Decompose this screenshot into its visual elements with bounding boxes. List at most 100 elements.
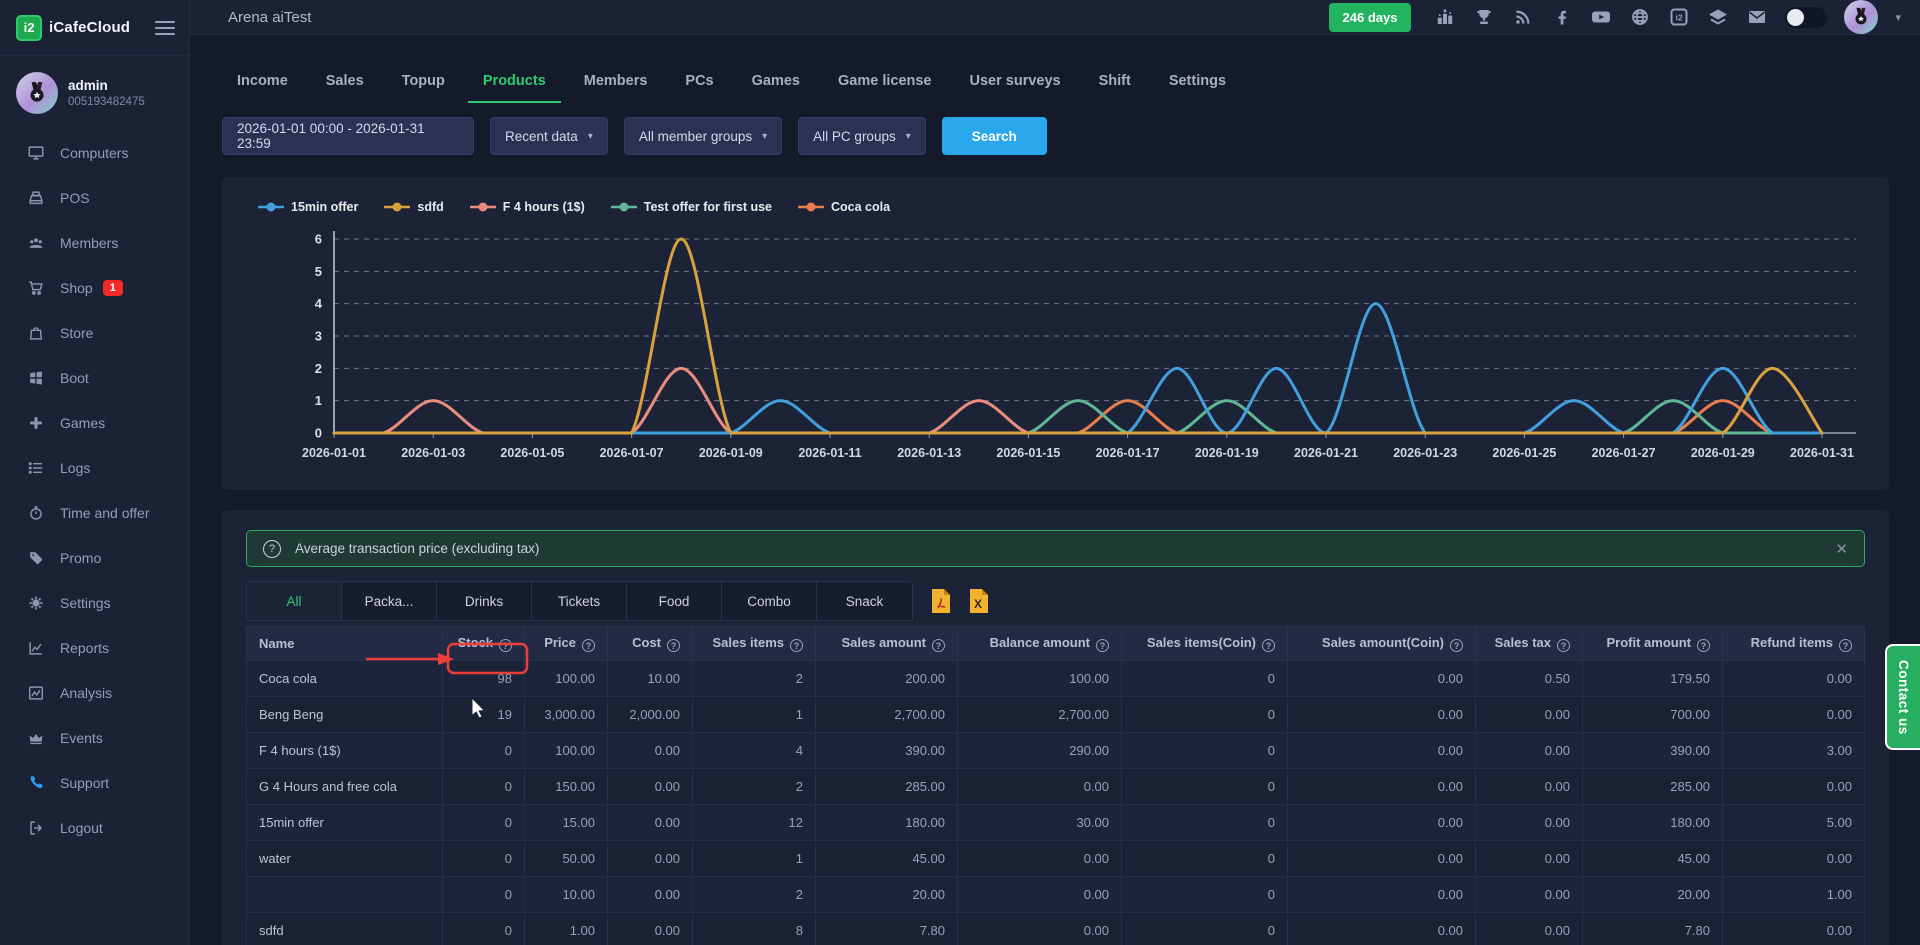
tab-topup[interactable]: Topup bbox=[387, 65, 460, 103]
sidebar-item-members[interactable]: Members bbox=[0, 220, 189, 265]
icafecloud-logo-icon[interactable]: i2 bbox=[16, 15, 42, 41]
contact-us-tab[interactable]: Contact us bbox=[1885, 644, 1920, 750]
pdf-export-icon[interactable] bbox=[929, 588, 953, 614]
dark-mode-toggle[interactable] bbox=[1785, 7, 1827, 28]
value-cell: 15.00 bbox=[525, 805, 608, 841]
globe-icon[interactable] bbox=[1629, 6, 1651, 28]
legend-item-15min-offer[interactable]: 15min offer bbox=[258, 200, 358, 214]
avatar[interactable] bbox=[16, 72, 58, 114]
excel-export-icon[interactable]: X bbox=[967, 588, 991, 614]
member-groups-select[interactable]: All member groups▾ bbox=[624, 117, 782, 155]
category-tab-snack[interactable]: Snack bbox=[817, 582, 912, 620]
sales-chart-card: 15min offer sdfd F 4 hours (1$) Test offer … bbox=[222, 177, 1889, 490]
tab-games[interactable]: Games bbox=[737, 65, 815, 103]
value-cell: 0.00 bbox=[1476, 841, 1583, 877]
category-tab-drinks[interactable]: Drinks bbox=[437, 582, 532, 620]
license-days-badge[interactable]: 246 days bbox=[1329, 3, 1412, 32]
sidebar-item-settings[interactable]: Settings bbox=[0, 580, 189, 625]
tab-pcs[interactable]: PCs bbox=[670, 65, 728, 103]
sidebar-item-logs[interactable]: Logs bbox=[0, 445, 189, 490]
value-cell: 2 bbox=[693, 877, 816, 913]
tab-game-license[interactable]: Game license bbox=[823, 65, 947, 103]
value-cell: 0.00 bbox=[608, 733, 693, 769]
sidebar-item-reports[interactable]: Reports bbox=[0, 625, 189, 670]
sidebar-item-pos[interactable]: POS bbox=[0, 175, 189, 220]
banner-close-icon[interactable]: ✕ bbox=[1835, 540, 1848, 558]
tab-products[interactable]: Products bbox=[468, 65, 561, 103]
table-row[interactable]: Coca cola98100.0010.002200.00100.0000.00… bbox=[247, 661, 1865, 697]
tab-settings[interactable]: Settings bbox=[1154, 65, 1241, 103]
mail-icon[interactable] bbox=[1746, 6, 1768, 28]
svg-text:6: 6 bbox=[315, 232, 322, 247]
sidebar-item-games[interactable]: Games bbox=[0, 400, 189, 445]
legend-item-sdfd[interactable]: sdfd bbox=[384, 200, 443, 214]
sidebar-item-support[interactable]: Support bbox=[0, 760, 189, 805]
category-tab-tickets[interactable]: Tickets bbox=[532, 582, 627, 620]
value-cell: 0 bbox=[443, 913, 525, 945]
value-cell: 0 bbox=[443, 733, 525, 769]
tab-members[interactable]: Members bbox=[569, 65, 663, 103]
podium-icon[interactable] bbox=[1434, 6, 1456, 28]
column-header-stock: Stock? bbox=[443, 627, 525, 661]
sidebar-item-events[interactable]: Events bbox=[0, 715, 189, 760]
sidebar-item-logout[interactable]: Logout bbox=[0, 805, 189, 850]
members-icon bbox=[26, 233, 46, 253]
chevron-down-icon[interactable]: ▾ bbox=[1895, 11, 1901, 24]
tab-user-surveys[interactable]: User surveys bbox=[955, 65, 1076, 103]
sidebar-item-shop[interactable]: Shop1 bbox=[0, 265, 189, 310]
value-cell: 390.00 bbox=[1583, 733, 1723, 769]
icafecloud-icon[interactable]: i2 bbox=[1668, 6, 1690, 28]
table-row[interactable]: water050.000.00145.000.0000.000.0045.000… bbox=[247, 841, 1865, 877]
value-cell: 0.00 bbox=[1723, 661, 1865, 697]
table-row[interactable]: 15min offer015.000.0012180.0030.0000.000… bbox=[247, 805, 1865, 841]
svg-text:3: 3 bbox=[315, 329, 322, 344]
profile-id: 005193482475 bbox=[68, 96, 145, 108]
category-tab-all[interactable]: All bbox=[247, 582, 342, 620]
hamburger-menu-icon[interactable] bbox=[155, 17, 175, 39]
youtube-icon[interactable] bbox=[1590, 6, 1612, 28]
sidebar-item-boot[interactable]: Boot bbox=[0, 355, 189, 400]
table-row[interactable]: sdfd01.000.0087.800.0000.000.007.800.00 bbox=[247, 913, 1865, 945]
column-header-sales-tax: Sales tax? bbox=[1476, 627, 1583, 661]
line-chart[interactable]: 01234562026-01-012026-01-032026-01-05202… bbox=[246, 219, 1865, 482]
category-tab-combo[interactable]: Combo bbox=[722, 582, 817, 620]
table-row[interactable]: G 4 Hours and free cola0150.000.002285.0… bbox=[247, 769, 1865, 805]
logout-icon bbox=[26, 818, 46, 838]
page-title: Arena aiTest bbox=[228, 9, 311, 26]
search-button[interactable]: Search bbox=[942, 117, 1047, 155]
pc-groups-select[interactable]: All PC groups▾ bbox=[798, 117, 926, 155]
tab-income[interactable]: Income bbox=[222, 65, 303, 103]
sidebar-item-promo[interactable]: Promo bbox=[0, 535, 189, 580]
tab-sales[interactable]: Sales bbox=[311, 65, 379, 103]
legend-item-coca-cola[interactable]: Coca cola bbox=[798, 200, 890, 214]
table-row[interactable]: 010.000.00220.000.0000.000.0020.001.00 bbox=[247, 877, 1865, 913]
sidebar-item-label: Time and offer bbox=[60, 505, 150, 521]
brand-name: iCafeCloud bbox=[49, 19, 130, 36]
sidebar-item-store[interactable]: Store bbox=[0, 310, 189, 355]
value-cell: 0.00 bbox=[1723, 913, 1865, 945]
sidebar-item-computers[interactable]: Computers bbox=[0, 130, 189, 175]
user-avatar[interactable] bbox=[1844, 0, 1878, 34]
table-row[interactable]: F 4 hours (1$)0100.000.004390.00290.0000… bbox=[247, 733, 1865, 769]
facebook-icon[interactable] bbox=[1551, 6, 1573, 28]
svg-text:2026-01-23: 2026-01-23 bbox=[1393, 446, 1457, 460]
rss-icon[interactable] bbox=[1512, 6, 1534, 28]
date-range-input[interactable]: 2026-01-01 00:00 - 2026-01-31 23:59 bbox=[222, 117, 474, 155]
svg-text:X: X bbox=[974, 597, 982, 611]
value-cell: 10.00 bbox=[525, 877, 608, 913]
value-cell: 0.00 bbox=[958, 913, 1122, 945]
trophy-icon[interactable] bbox=[1473, 6, 1495, 28]
category-tab-packa[interactable]: Packa... bbox=[342, 582, 437, 620]
sidebar-item-time-and-offer[interactable]: Time and offer bbox=[0, 490, 189, 535]
sidebar-item-analysis[interactable]: Analysis bbox=[0, 670, 189, 715]
table-row[interactable]: Beng Beng193,000.002,000.0012,700.002,70… bbox=[247, 697, 1865, 733]
value-cell: 0.00 bbox=[608, 841, 693, 877]
category-tab-food[interactable]: Food bbox=[627, 582, 722, 620]
recent-data-select[interactable]: Recent data▾ bbox=[490, 117, 608, 155]
legend-item-test-offer-for-first-use[interactable]: Test offer for first use bbox=[611, 200, 772, 214]
value-cell: 180.00 bbox=[816, 805, 958, 841]
legend-item-f-4-hours-1-[interactable]: F 4 hours (1$) bbox=[470, 200, 585, 214]
tab-shift[interactable]: Shift bbox=[1084, 65, 1146, 103]
themes-icon[interactable] bbox=[1707, 6, 1729, 28]
product-name-cell: 15min offer bbox=[247, 805, 443, 841]
